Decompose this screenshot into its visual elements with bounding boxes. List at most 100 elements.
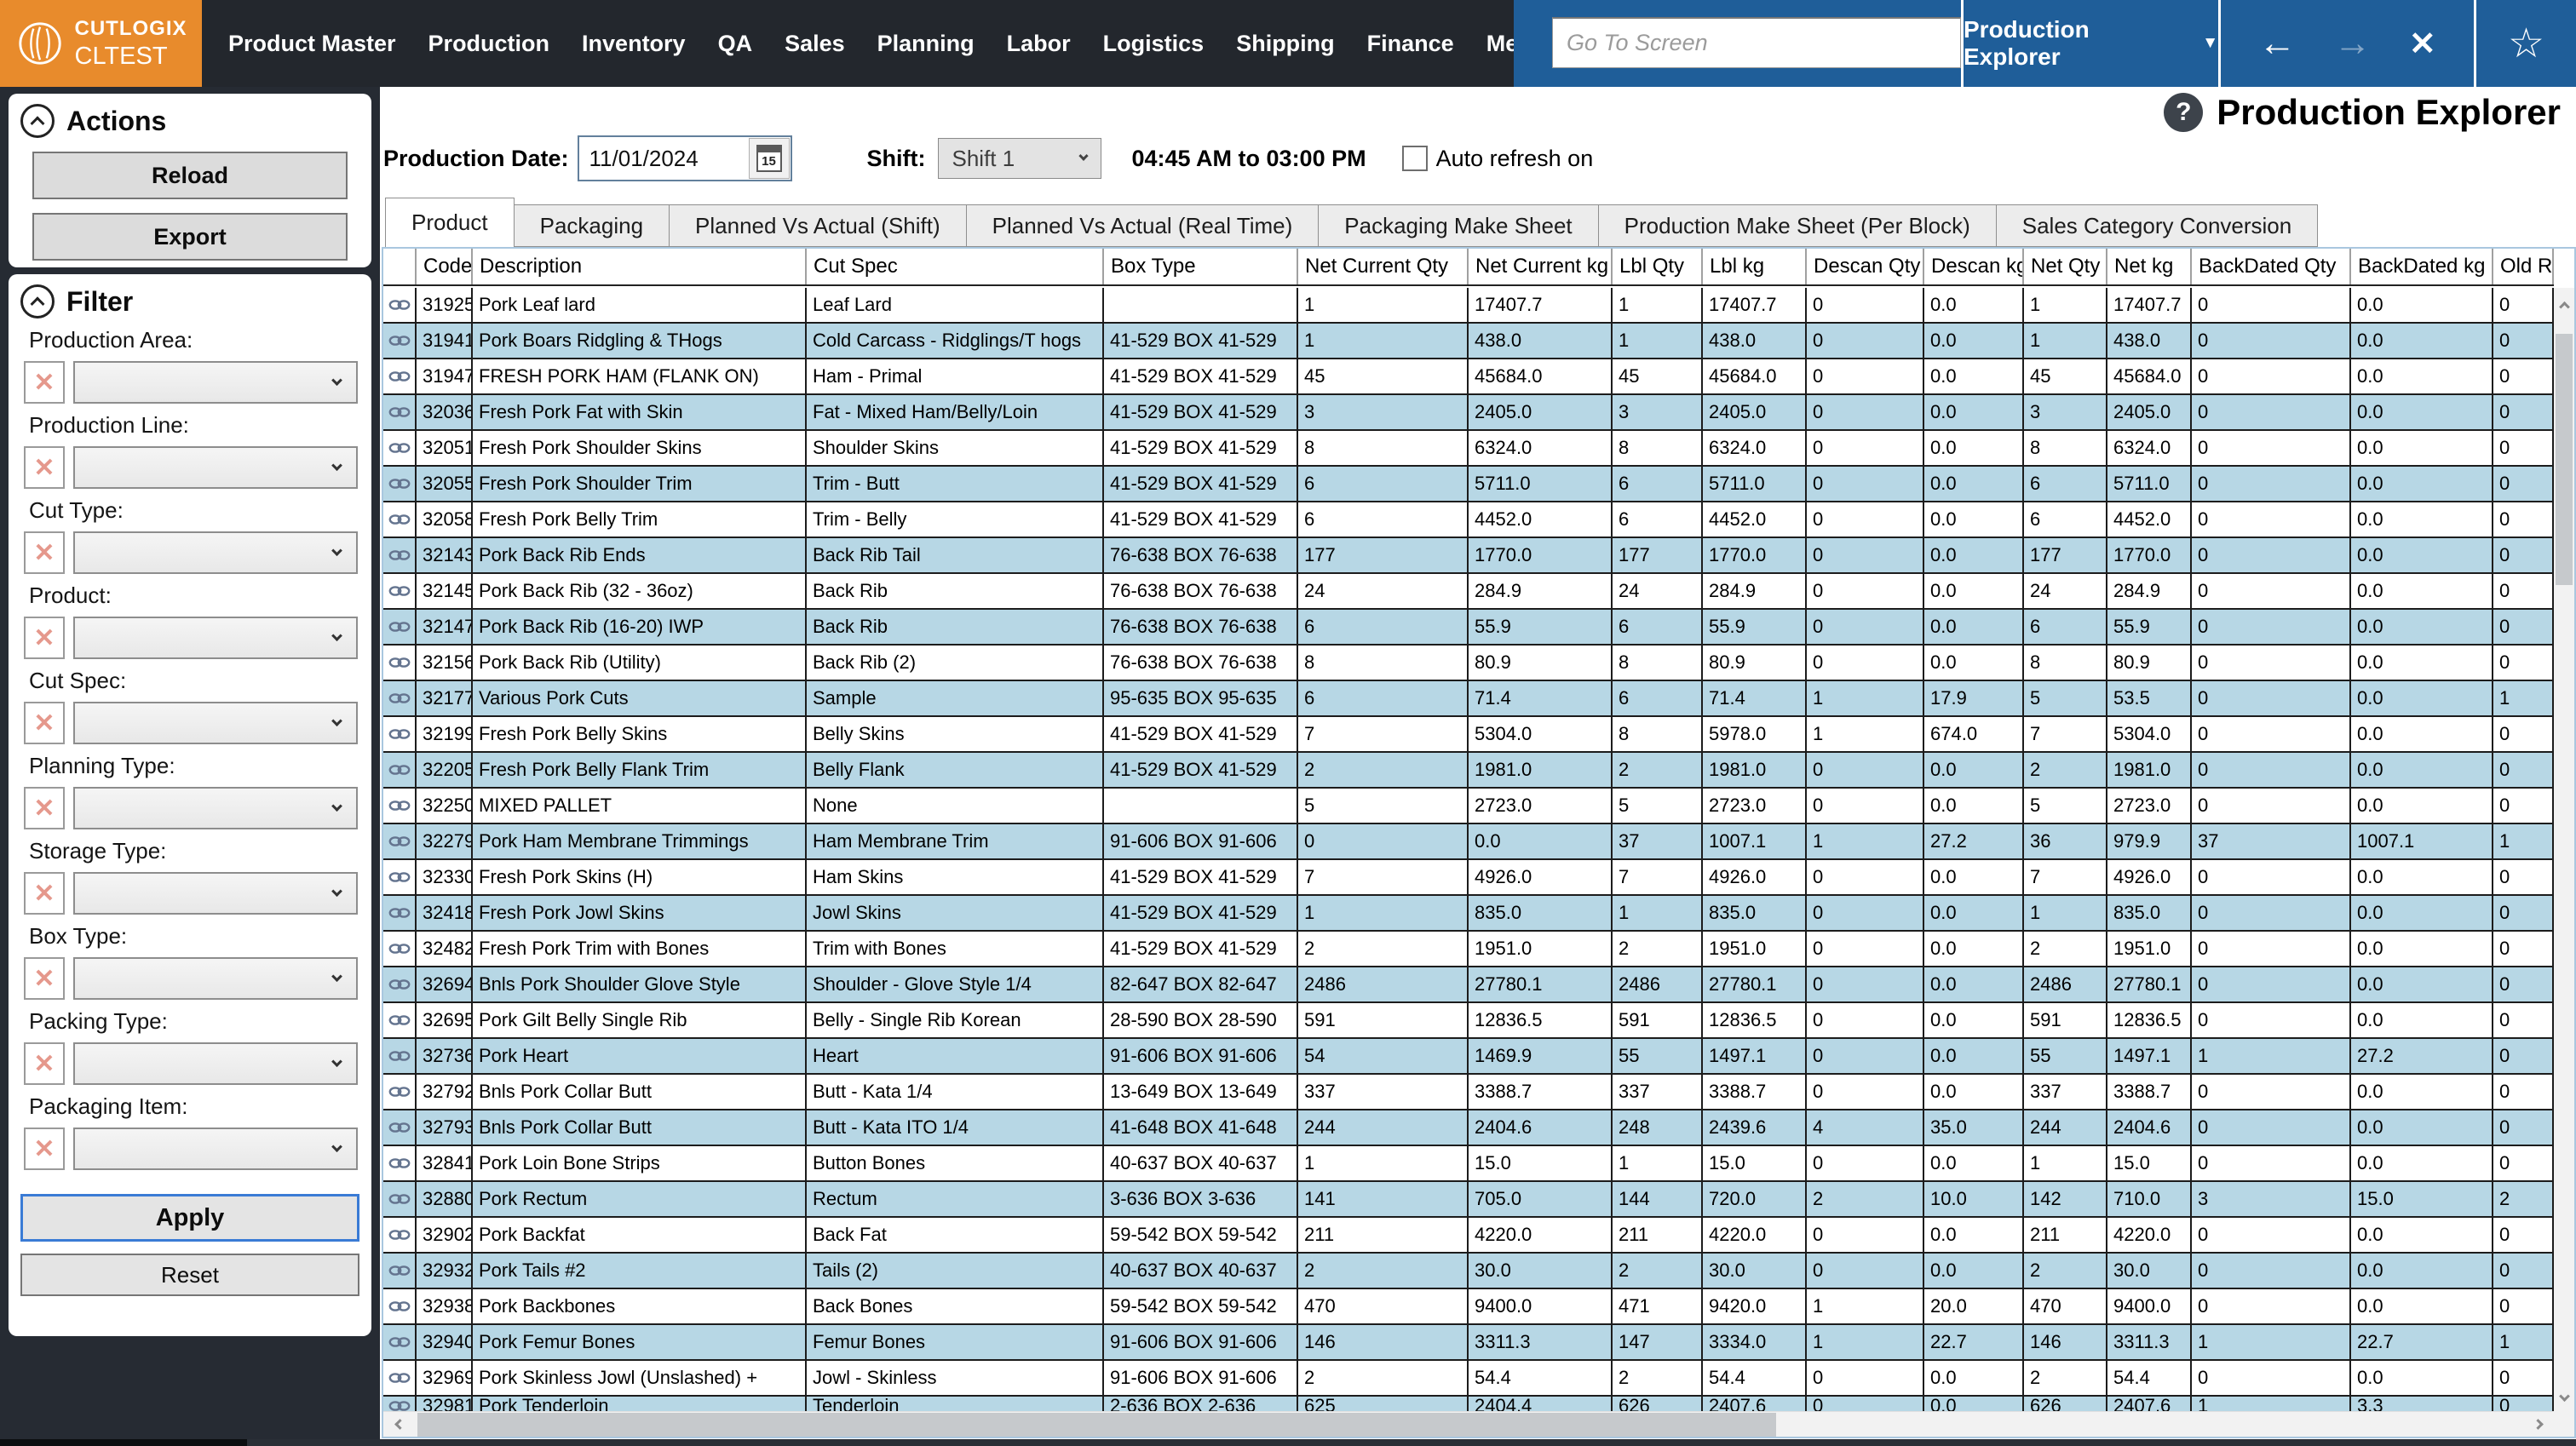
link-icon[interactable]: [383, 610, 417, 644]
nav-menu-item-sales[interactable]: Sales: [768, 31, 861, 57]
clear-production-area-button[interactable]: ✕: [24, 361, 65, 404]
table-row[interactable]: 32058 Fresh Pork Belly Trim Trim - Belly 41…: [383, 502, 2554, 538]
storage-type-select[interactable]: [73, 872, 358, 915]
column-header-net-kg[interactable]: Net kg: [2107, 249, 2192, 284]
vertical-scroll-thumb[interactable]: [2556, 334, 2573, 585]
link-icon[interactable]: [383, 1361, 417, 1395]
link-icon[interactable]: [383, 1325, 417, 1359]
table-row[interactable]: 32199 Fresh Pork Belly Skins Belly Skins 41…: [383, 717, 2554, 753]
forward-arrow-button[interactable]: →: [2334, 25, 2372, 62]
table-row[interactable]: 32736 Pork Heart Heart 91-606 BOX 91-606 54 1…: [383, 1039, 2554, 1075]
tab-packaging[interactable]: Packaging: [514, 204, 670, 247]
scroll-right-arrow[interactable]: [2521, 1412, 2554, 1437]
nav-menu-item-finance[interactable]: Finance: [1351, 31, 1470, 57]
clear-storage-type-button[interactable]: ✕: [24, 872, 65, 915]
link-icon[interactable]: [383, 681, 417, 715]
nav-menu-item-qa[interactable]: QA: [702, 31, 769, 57]
table-row[interactable]: 32036 Fresh Pork Fat with Skin Fat - Mixed…: [383, 395, 2554, 431]
link-icon[interactable]: [383, 1075, 417, 1109]
link-icon[interactable]: [383, 359, 417, 393]
table-row[interactable]: 32880 Pork Rectum Rectum 3-636 BOX 3-636 141…: [383, 1182, 2554, 1218]
table-row[interactable]: 32279 Pork Ham Membrane Trimmings Ham Memb…: [383, 824, 2554, 860]
help-icon[interactable]: ?: [2164, 93, 2204, 132]
nav-menu-item-production[interactable]: Production: [412, 31, 566, 57]
packing-type-select[interactable]: [73, 1042, 358, 1085]
link-icon[interactable]: [383, 1039, 417, 1073]
column-header-cut-spec[interactable]: Cut Spec: [807, 249, 1104, 284]
table-row[interactable]: 32051 Fresh Pork Shoulder Skins Shoulder S…: [383, 431, 2554, 467]
reset-filter-button[interactable]: Reset: [20, 1254, 359, 1296]
cut-type-select[interactable]: [73, 531, 358, 574]
link-icon[interactable]: [383, 860, 417, 894]
clear-packing-type-button[interactable]: ✕: [24, 1042, 65, 1085]
table-row[interactable]: 32792 Bnls Pork Collar Butt Butt - Kata 1/…: [383, 1075, 2554, 1110]
column-header-description[interactable]: Description: [473, 249, 807, 284]
table-row[interactable]: 32177 Various Pork Cuts Sample 95-635 BOX 9…: [383, 681, 2554, 717]
table-row[interactable]: 32156 Pork Back Rib (Utility) Back Rib (2)…: [383, 646, 2554, 681]
clear-box-type-button[interactable]: ✕: [24, 957, 65, 1000]
link-icon[interactable]: [383, 753, 417, 787]
tab-packaging-make-sheet[interactable]: Packaging Make Sheet: [1319, 204, 1599, 247]
column-header-backdated-kg[interactable]: BackDated kg: [2351, 249, 2493, 284]
table-row[interactable]: 32932 Pork Tails #2 Tails (2) 40-637 BOX 40…: [383, 1254, 2554, 1289]
table-row[interactable]: 32418 Fresh Pork Jowl Skins Jowl Skins 41-5…: [383, 896, 2554, 932]
clear-cut-type-button[interactable]: ✕: [24, 531, 65, 574]
table-row[interactable]: 32695 Pork Gilt Belly Single Rib Belly - S…: [383, 1003, 2554, 1039]
table-row[interactable]: 32330 Fresh Pork Skins (H) Ham Skins 41-529…: [383, 860, 2554, 896]
scroll-down-arrow[interactable]: [2554, 1382, 2574, 1414]
production-line-select[interactable]: [73, 446, 358, 489]
nav-menu-item-shipping[interactable]: Shipping: [1220, 31, 1350, 57]
auto-refresh-checkbox[interactable]: [1401, 146, 1428, 171]
collapse-actions-icon[interactable]: [20, 104, 55, 138]
table-row[interactable]: 32145 Pork Back Rib (32 - 36oz) Back Rib 76…: [383, 574, 2554, 610]
box-type-select[interactable]: [73, 957, 358, 1000]
table-row[interactable]: 32147 Pork Back Rib (16-20) IWP Back Rib 76…: [383, 610, 2554, 646]
clear-packaging-item-button[interactable]: ✕: [24, 1128, 65, 1170]
table-row[interactable]: 32250 MIXED PALLET None 5 2723.0 5 2723.0 0 0.0 5…: [383, 789, 2554, 824]
nav-menu-item-inventory[interactable]: Inventory: [566, 31, 702, 57]
horizontal-scroll-thumb[interactable]: [417, 1413, 1776, 1437]
tab-planned-vs-actual-real-time[interactable]: Planned Vs Actual (Real Time): [966, 204, 1320, 247]
calendar-picker-button[interactable]: 15: [748, 138, 790, 179]
link-icon[interactable]: [383, 967, 417, 1001]
export-button[interactable]: Export: [32, 213, 348, 261]
column-header-box-type[interactable]: Box Type: [1104, 249, 1298, 284]
favorite-star-button[interactable]: ☆: [2474, 0, 2576, 87]
nav-menu-item-metrics[interactable]: Metrics: [1470, 31, 1514, 57]
table-row[interactable]: 31925 Pork Leaf lard Leaf Lard 1 17407.7 1 174…: [383, 288, 2554, 324]
screen-selector-dropdown[interactable]: Production Explorer ▼: [1961, 0, 2218, 87]
link-icon[interactable]: [383, 288, 417, 322]
column-header-net-qty[interactable]: Net Qty: [2024, 249, 2107, 284]
production-area-select[interactable]: [73, 361, 358, 404]
link-icon[interactable]: [383, 324, 417, 358]
tab-product[interactable]: Product: [385, 198, 515, 247]
column-header-net-current-kg[interactable]: Net Current kg: [1469, 249, 1613, 284]
tab-planned-vs-actual-shift[interactable]: Planned Vs Actual (Shift): [670, 204, 967, 247]
table-row[interactable]: 32482 Fresh Pork Trim with Bones Trim with…: [383, 932, 2554, 967]
shift-select[interactable]: Shift 1: [937, 138, 1101, 179]
clear-production-line-button[interactable]: ✕: [24, 446, 65, 489]
column-header-net-current-qty[interactable]: Net Current Qty: [1298, 249, 1469, 284]
clear-planning-type-button[interactable]: ✕: [24, 787, 65, 829]
column-header-link[interactable]: [383, 249, 417, 284]
table-row[interactable]: 32902 Pork Backfat Back Fat 59-542 BOX 59-5…: [383, 1218, 2554, 1254]
nav-menu-item-labor[interactable]: Labor: [991, 31, 1087, 57]
column-header-descan-kg[interactable]: Descan kg: [1924, 249, 2024, 284]
link-icon[interactable]: [383, 538, 417, 572]
tab-production-make-sheet-per-block[interactable]: Production Make Sheet (Per Block): [1598, 204, 1997, 247]
vertical-scrollbar[interactable]: [2554, 288, 2574, 1414]
link-icon[interactable]: [383, 395, 417, 429]
column-header-descan-qty[interactable]: Descan Qty: [1807, 249, 1924, 284]
link-icon[interactable]: [383, 717, 417, 751]
packaging-item-select[interactable]: [73, 1128, 358, 1170]
back-arrow-button[interactable]: ←: [2258, 25, 2296, 62]
nav-menu-item-logistics[interactable]: Logistics: [1087, 31, 1221, 57]
nav-menu-item-product-master[interactable]: Product Master: [212, 31, 412, 57]
link-icon[interactable]: [383, 502, 417, 537]
table-row[interactable]: 32841 Pork Loin Bone Strips Button Bones 40…: [383, 1146, 2554, 1182]
link-icon[interactable]: [383, 1182, 417, 1216]
goto-screen-input[interactable]: [1552, 17, 1961, 68]
planning-type-select[interactable]: [73, 787, 358, 829]
column-header-old-retu[interactable]: Old Retu: [2493, 249, 2554, 284]
column-header-code[interactable]: Code: [417, 249, 473, 284]
